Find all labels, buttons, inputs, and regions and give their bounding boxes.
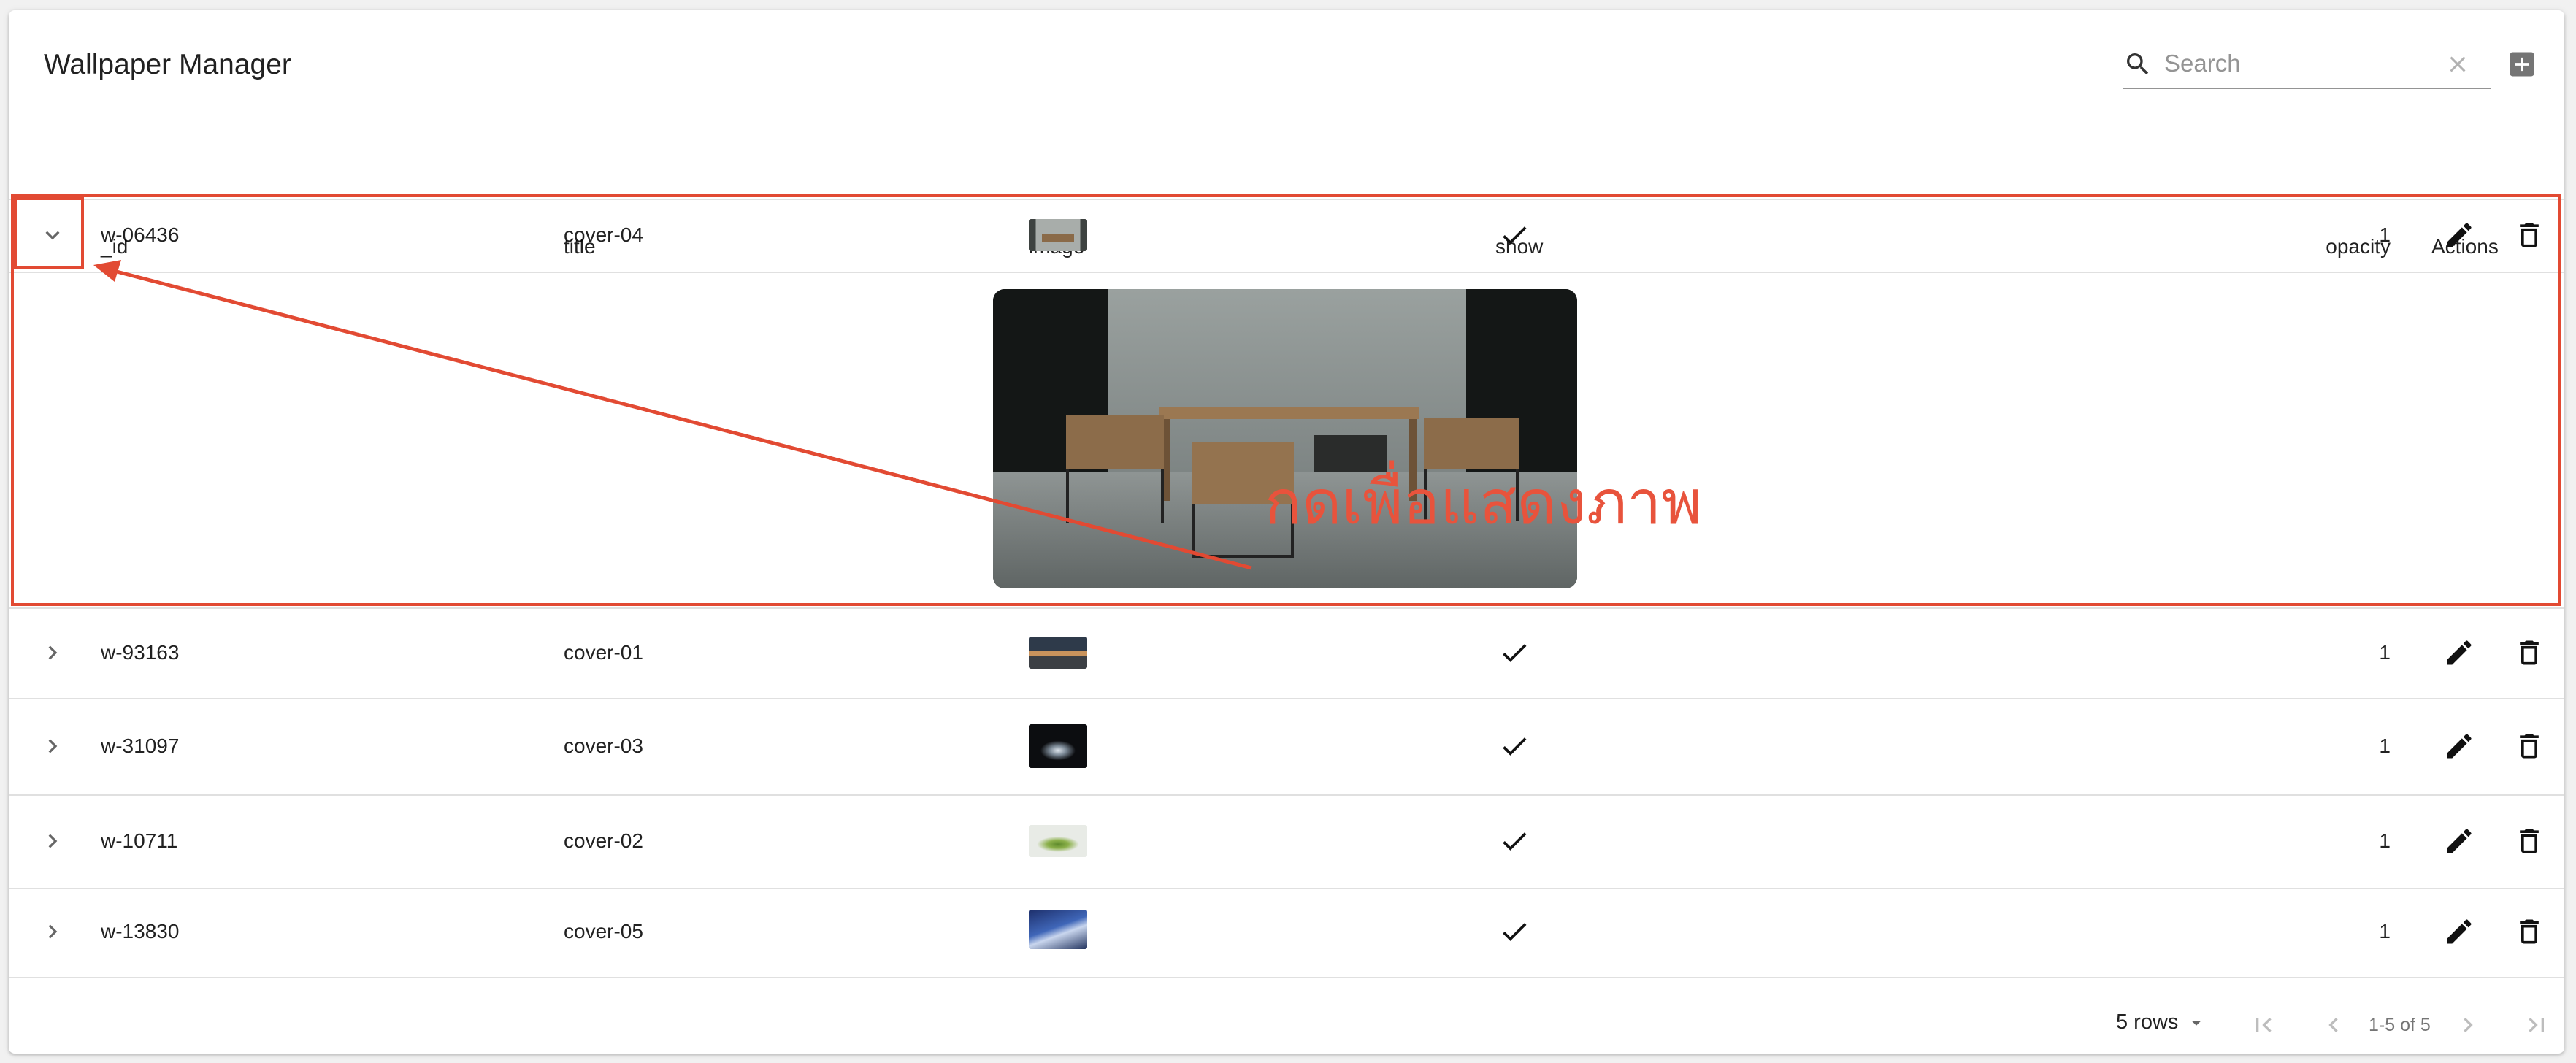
pencil-icon: [2447, 640, 2472, 665]
last-page-icon: [2529, 1018, 2544, 1032]
expand-row-button[interactable]: [31, 631, 74, 675]
chevron-right-icon: [48, 924, 58, 939]
chevron-right-icon: [48, 645, 58, 660]
wallpaper-thumbnail[interactable]: [1029, 637, 1087, 669]
wallpaper-thumbnail[interactable]: [1029, 724, 1087, 768]
search-field[interactable]: [2123, 39, 2491, 89]
trash-icon: [2520, 919, 2539, 944]
collapse-row-button[interactable]: [31, 213, 74, 257]
edit-button[interactable]: [2437, 631, 2481, 675]
trash-icon: [2520, 640, 2539, 665]
pencil-icon: [2447, 734, 2472, 759]
trash-icon: [2520, 223, 2539, 247]
row-id: w-93163: [101, 641, 180, 664]
edit-button[interactable]: [2437, 819, 2481, 863]
row-title: cover-02: [564, 829, 643, 852]
delete-button[interactable]: [2507, 213, 2551, 257]
trash-icon: [2520, 734, 2539, 759]
wallpaper-thumbnail[interactable]: [1029, 910, 1087, 949]
row-title: cover-03: [564, 734, 643, 757]
table-toolbar: Wallpaper Manager: [9, 10, 2564, 112]
row-opacity: 1: [2379, 829, 2391, 852]
pencil-icon: [2447, 223, 2472, 247]
pencil-icon: [2447, 829, 2472, 853]
table-header: _id title image show opacity Actions: [9, 112, 2564, 258]
rows-per-page-select[interactable]: 5 rows: [2116, 1010, 2207, 1035]
check-icon: [1503, 644, 1527, 662]
delete-button[interactable]: [2507, 724, 2551, 768]
page-title: Wallpaper Manager: [44, 49, 291, 80]
row-id: w-10711: [101, 829, 178, 852]
row-opacity: 1: [2379, 734, 2391, 757]
table-row: w-31097 cover-03 1: [9, 698, 2564, 796]
expand-row-button[interactable]: [31, 724, 74, 768]
search-icon: [2127, 53, 2149, 75]
row-id: w-31097: [101, 734, 180, 757]
first-page-icon: [2256, 1018, 2272, 1032]
row-opacity: 1: [2379, 641, 2391, 664]
chevron-right-icon: [2464, 1018, 2473, 1032]
add-box-icon: [2510, 52, 2534, 77]
row-opacity: 1: [2379, 920, 2391, 943]
row-title: cover-04: [564, 223, 643, 246]
chevron-right-icon: [48, 739, 58, 753]
annotation-label: กดเพื่อแสดงภาพ: [1265, 467, 1702, 538]
pencil-icon: [2447, 919, 2472, 944]
row-opacity: 1: [2379, 223, 2391, 246]
expand-row-button[interactable]: [31, 910, 74, 953]
next-page-button[interactable]: [2450, 1008, 2485, 1043]
search-input[interactable]: [2164, 47, 2434, 80]
row-title: cover-01: [564, 641, 643, 664]
chevron-down-icon: [45, 231, 60, 240]
check-icon: [1503, 737, 1527, 756]
table-row: w-06436 cover-04 1: [9, 199, 2564, 273]
check-icon: [1503, 832, 1527, 851]
check-icon: [1503, 226, 1527, 245]
row-id: w-13830: [101, 920, 180, 943]
chevron-left-icon: [2328, 1018, 2338, 1032]
table-row: w-93163 cover-01 1: [9, 607, 2564, 699]
rows-per-page-value: 5 rows: [2116, 1010, 2179, 1034]
chevron-right-icon: [48, 834, 58, 848]
wallpaper-preview-image: [993, 289, 1577, 588]
trash-icon: [2520, 829, 2539, 853]
check-icon: [1503, 923, 1527, 941]
delete-button[interactable]: [2507, 819, 2551, 863]
last-page-button[interactable]: [2519, 1008, 2554, 1043]
wallpaper-thumbnail[interactable]: [1029, 219, 1087, 251]
delete-button[interactable]: [2507, 910, 2551, 953]
edit-button[interactable]: [2437, 724, 2481, 768]
add-wallpaper-button[interactable]: [2500, 42, 2544, 86]
row-title: cover-05: [564, 920, 643, 943]
row-id: w-06436: [101, 223, 180, 246]
table-row: w-13830 cover-05 1: [9, 888, 2564, 978]
arrow-drop-down-icon: [2192, 1021, 2201, 1026]
table-row: w-10711 cover-02 1: [9, 794, 2564, 889]
page-range-label: 1-5 of 5: [2369, 1015, 2431, 1035]
edit-button[interactable]: [2437, 910, 2481, 953]
previous-page-button[interactable]: [2316, 1008, 2351, 1043]
edit-button[interactable]: [2437, 213, 2481, 257]
expand-row-button[interactable]: [31, 819, 74, 863]
first-page-button[interactable]: [2246, 1008, 2281, 1043]
close-icon[interactable]: [2445, 51, 2471, 77]
delete-button[interactable]: [2507, 631, 2551, 675]
wallpaper-thumbnail[interactable]: [1029, 825, 1087, 857]
